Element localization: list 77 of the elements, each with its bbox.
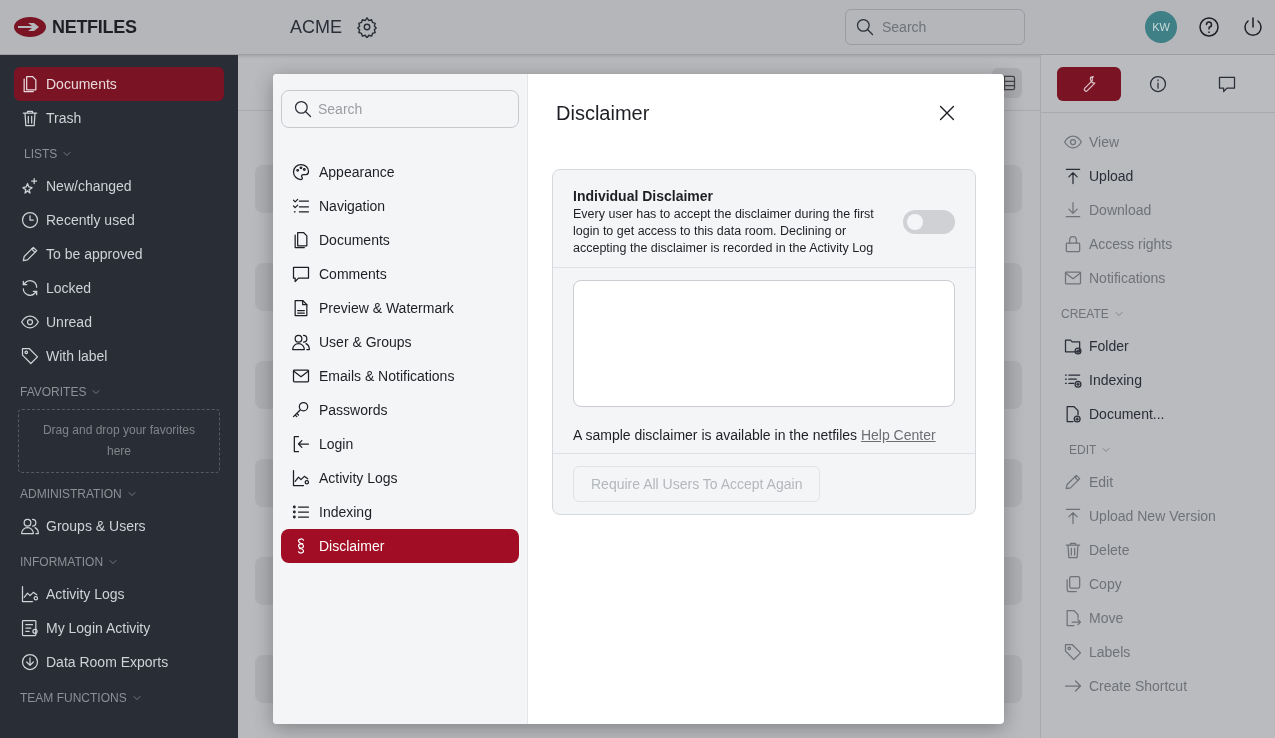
- settings-nav-item[interactable]: Preview & Watermark: [281, 291, 519, 325]
- comment-icon: [291, 264, 311, 284]
- info-icon: [1148, 74, 1168, 94]
- section-header: LISTS: [24, 147, 58, 161]
- tag-icon: [20, 346, 40, 366]
- sidebar-item[interactable]: My Login Activity: [14, 611, 224, 645]
- setting-title: Individual Disclaimer: [573, 188, 715, 204]
- download-icon: [20, 652, 40, 672]
- chart-icon: [291, 468, 311, 488]
- section-header: INFORMATION: [20, 555, 104, 569]
- favorites-dropzone: Drag and drop your favorites here: [18, 409, 220, 473]
- lock-icon: [1063, 234, 1083, 254]
- help-text: A sample disclaimer is available in the netfiles Help Center: [573, 427, 937, 443]
- settings-nav-item[interactable]: Documents: [281, 223, 519, 257]
- pencil-icon: [1063, 472, 1083, 492]
- upload-icon: [1063, 166, 1083, 186]
- clock-icon: [20, 210, 40, 230]
- sparkle-icon: [20, 176, 40, 196]
- dialog-title: Disclaimer: [556, 102, 650, 125]
- key-icon: [291, 400, 311, 420]
- setting-description: Every user has to accept the disclaimer during the first login to get access to this data room. Declining or accepting the disclaimer is recorded in the Activity Log: [573, 206, 875, 257]
- toggle-switch[interactable]: [903, 210, 955, 234]
- comment-icon: [1217, 74, 1237, 94]
- pencil-icon: [20, 244, 40, 264]
- users-icon: [291, 332, 311, 352]
- search-field[interactable]: Search: [281, 90, 519, 128]
- sidebar-item[interactable]: Trash: [14, 101, 224, 135]
- action-item[interactable]: Document...: [1057, 397, 1259, 431]
- settings-nav-item[interactable]: Disclaimer: [281, 529, 519, 563]
- brand-name: NETFILES: [52, 16, 137, 38]
- disclaimer-text-field[interactable]: [573, 280, 955, 407]
- section-header: TEAM FUNCTIONS: [20, 691, 127, 705]
- list-icon: [20, 618, 40, 638]
- sidebar-item[interactable]: New/changed: [14, 169, 224, 203]
- refresh-icon: [20, 278, 40, 298]
- search-field[interactable]: Search: [845, 9, 1025, 45]
- sidebar-item[interactable]: Data Room Exports: [14, 645, 224, 679]
- chart-icon: [20, 584, 40, 604]
- settings-icon: [356, 16, 378, 38]
- settings-nav-item[interactable]: Login: [281, 427, 519, 461]
- sidebar-item[interactable]: With label: [14, 339, 224, 373]
- settings-nav-item[interactable]: Passwords: [281, 393, 519, 427]
- login-icon: [291, 434, 311, 454]
- sidebar-item[interactable]: Recently used: [14, 203, 224, 237]
- sidebar-item[interactable]: Groups & Users: [14, 509, 224, 543]
- download-icon: [1063, 200, 1083, 220]
- settings-nav-item[interactable]: Indexing: [281, 495, 519, 529]
- logo-icon: [14, 17, 46, 37]
- data-room-name: ACME: [290, 16, 342, 38]
- panel-tab[interactable]: [1057, 67, 1121, 101]
- tag-icon: [1063, 642, 1083, 662]
- sidebar-item[interactable]: Documents: [14, 67, 224, 101]
- help-center-link[interactable]: Help Center: [860, 427, 936, 443]
- palette-icon: [291, 162, 311, 182]
- section-header: EDIT: [1069, 443, 1097, 457]
- section-header: ADMINISTRATION: [20, 487, 122, 501]
- sidebar-item[interactable]: Unread: [14, 305, 224, 339]
- power-icon: [1241, 15, 1265, 39]
- sidebar-item[interactable]: Locked: [14, 271, 224, 305]
- settings-nav-item[interactable]: Appearance: [281, 155, 519, 189]
- action-item[interactable]: Upload: [1057, 159, 1259, 193]
- section-header: FAVORITES: [20, 385, 87, 399]
- section-header: CREATE: [1061, 307, 1109, 321]
- sidebar-item[interactable]: To be approved: [14, 237, 224, 271]
- settings-nav-item[interactable]: User & Groups: [281, 325, 519, 359]
- settings-nav-item[interactable]: Comments: [281, 257, 519, 291]
- trash-icon: [1063, 540, 1083, 560]
- help-icon: [1197, 15, 1221, 39]
- settings-nav-item[interactable]: Navigation: [281, 189, 519, 223]
- settings-nav-item[interactable]: Activity Logs: [281, 461, 519, 495]
- settings-nav-item[interactable]: Emails & Notifications: [281, 359, 519, 393]
- action-item[interactable]: Folder: [1057, 329, 1259, 363]
- sidebar-item[interactable]: Activity Logs: [14, 577, 224, 611]
- upload-icon: [1063, 506, 1083, 526]
- trash-icon: [20, 108, 40, 128]
- action-item[interactable]: Indexing: [1057, 363, 1259, 397]
- users-icon: [20, 516, 40, 536]
